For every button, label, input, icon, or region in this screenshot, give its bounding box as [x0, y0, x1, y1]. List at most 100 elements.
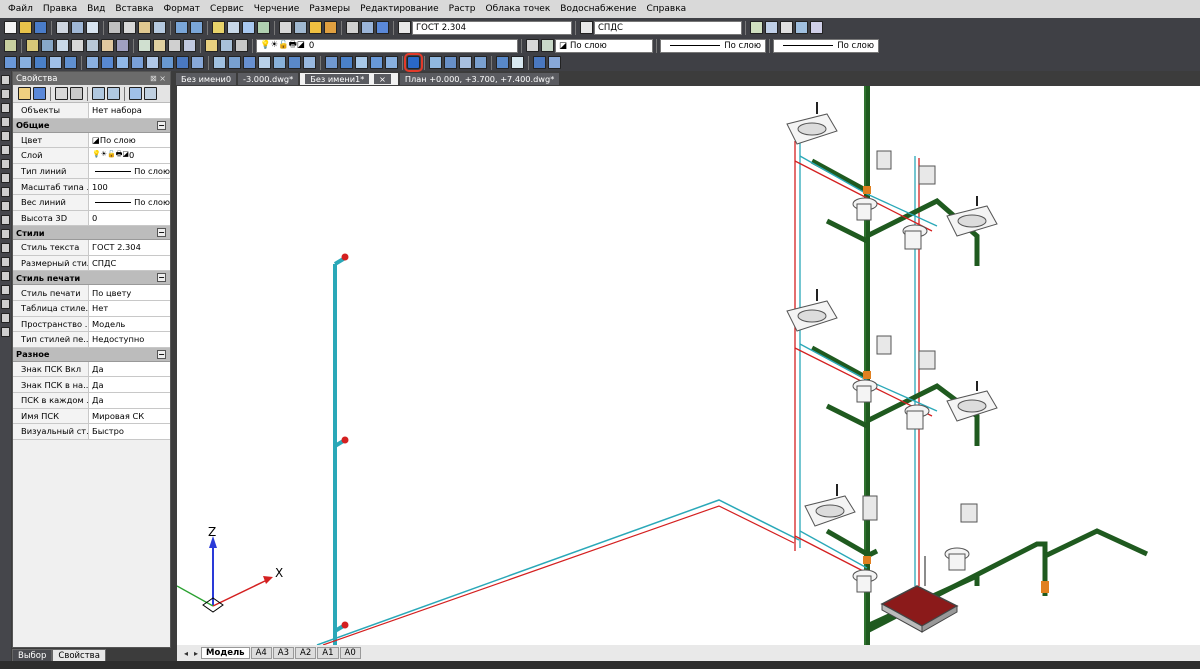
layout-tab-a3[interactable]: A3 [272, 647, 295, 659]
linetype-select[interactable]: По слою [660, 38, 766, 53]
layer-delete-icon[interactable] [168, 39, 181, 52]
toilet-icon[interactable] [243, 56, 256, 69]
preview-icon[interactable] [71, 21, 84, 34]
cold-water-riser[interactable] [333, 253, 349, 646]
doc-tab-1[interactable]: -3.000.dwg* [238, 73, 299, 85]
axonometry-icon[interactable] [340, 56, 353, 69]
gradient-icon[interactable] [1, 285, 10, 295]
dimension-icon[interactable] [370, 56, 383, 69]
new-file-icon[interactable] [4, 21, 17, 34]
pipe-route-icon[interactable] [131, 56, 144, 69]
redo-icon[interactable] [190, 21, 203, 34]
text-style-icon[interactable] [398, 21, 411, 34]
check-icon[interactable] [511, 56, 524, 69]
layout-tab-model[interactable]: Модель [201, 647, 250, 659]
collapse-icon[interactable]: − [157, 228, 166, 238]
block-icon[interactable] [780, 21, 793, 34]
layer-properties-icon[interactable] [220, 39, 233, 52]
help-icon[interactable] [376, 21, 389, 34]
collapse-icon[interactable]: − [157, 273, 166, 283]
property-row[interactable]: Высота 3D 0 [13, 210, 170, 227]
calculator-icon[interactable] [346, 21, 359, 34]
insert-block-icon[interactable] [1, 229, 10, 239]
property-value[interactable]: ◪ По слою [89, 135, 170, 145]
property-value[interactable]: По цвету [89, 288, 170, 298]
layer-merge-icon[interactable] [153, 39, 166, 52]
layer-change-icon[interactable] [138, 39, 151, 52]
grate-icon[interactable] [288, 56, 301, 69]
reducer-icon[interactable] [116, 56, 129, 69]
layout-tab-a2[interactable]: A2 [295, 647, 317, 659]
layer-state-icon[interactable] [183, 39, 196, 52]
property-value[interactable]: СПДС [89, 258, 170, 268]
property-value[interactable]: Мировая СК [89, 411, 170, 421]
property-row[interactable]: Визуальный ст... Быстро [13, 424, 170, 440]
property-row[interactable]: Тип линий По слою [13, 163, 170, 180]
fitting-icon[interactable] [34, 56, 47, 69]
label-icon[interactable] [355, 56, 368, 69]
categorized-icon[interactable] [129, 87, 142, 100]
table-draw-icon[interactable] [1, 313, 10, 323]
point-icon[interactable] [1, 257, 10, 267]
schema-icon[interactable] [303, 56, 316, 69]
arc-icon[interactable] [1, 145, 10, 155]
ellipse-icon[interactable] [1, 201, 10, 211]
linetype-icon[interactable] [541, 39, 554, 52]
scheme-icon[interactable] [474, 56, 487, 69]
undo-props-icon[interactable] [92, 87, 105, 100]
property-value[interactable]: Да [89, 380, 170, 390]
property-value[interactable]: 0 [89, 213, 170, 223]
layer-lock-icon[interactable] [101, 39, 114, 52]
menu-item-4[interactable]: Формат [159, 0, 206, 18]
property-value[interactable]: По слою [89, 197, 170, 207]
fixture-icon[interactable] [213, 56, 226, 69]
property-row[interactable]: Таблица стиле... Нет [13, 300, 170, 317]
property-value[interactable]: Модель [89, 319, 170, 329]
properties-icon[interactable] [279, 21, 292, 34]
property-row[interactable]: Пространство ... Модель [13, 316, 170, 333]
help-plumbing-icon[interactable] [548, 56, 561, 69]
toggle-pickadd-icon[interactable] [33, 87, 46, 100]
first-tab-icon[interactable]: ◂ [184, 649, 188, 658]
print-icon[interactable] [56, 21, 69, 34]
property-value[interactable]: Нет [89, 303, 170, 313]
elbow-icon[interactable] [101, 56, 114, 69]
section-header[interactable]: Стили − [13, 226, 170, 241]
pan-icon[interactable] [212, 21, 225, 34]
property-row[interactable]: Масштаб типа ... 100 [13, 179, 170, 195]
property-value[interactable]: Да [89, 364, 170, 374]
polyline-icon[interactable] [1, 103, 10, 113]
quick-select-icon[interactable] [55, 87, 68, 100]
layers-manager-icon[interactable] [4, 39, 17, 52]
multileader-style-icon[interactable] [765, 21, 778, 34]
measure-icon[interactable] [361, 21, 374, 34]
paste-icon[interactable] [138, 21, 151, 34]
zoom-window-icon[interactable] [242, 21, 255, 34]
property-row[interactable]: Стиль текста ГОСТ 2.304 [13, 240, 170, 256]
layer-freeze-icon[interactable] [86, 39, 99, 52]
property-row[interactable]: Слой 💡☀🔓🖶◪ 0 [13, 148, 170, 164]
calc-icon[interactable] [429, 56, 442, 69]
property-value[interactable]: Недоступно [89, 334, 170, 344]
drawing-canvas[interactable]: Z X [177, 86, 1200, 645]
next-tab-icon[interactable]: ▸ [194, 649, 198, 658]
property-value[interactable]: ГОСТ 2.304 [89, 242, 170, 252]
open-file-icon[interactable] [19, 21, 32, 34]
design-center-icon[interactable] [294, 21, 307, 34]
table-icon[interactable] [496, 56, 509, 69]
menu-item-10[interactable]: Облака точек [481, 0, 556, 18]
table-style-icon[interactable] [750, 21, 763, 34]
menu-item-5[interactable]: Сервис [205, 0, 249, 18]
revcloud-icon[interactable] [1, 173, 10, 183]
undo-icon[interactable] [175, 21, 188, 34]
cut-icon[interactable] [108, 21, 121, 34]
layout-tab-a1[interactable]: A1 [317, 647, 339, 659]
network-icon[interactable] [444, 56, 457, 69]
pipe-connect-icon[interactable] [161, 56, 174, 69]
make-current-icon[interactable] [205, 39, 218, 52]
copy-icon[interactable] [123, 21, 136, 34]
property-row[interactable]: Тип стилей пе... Недоступно [13, 332, 170, 348]
highlighted-tool-icon[interactable] [404, 53, 423, 72]
publish-icon[interactable] [86, 21, 99, 34]
select-objects-icon[interactable] [18, 87, 31, 100]
